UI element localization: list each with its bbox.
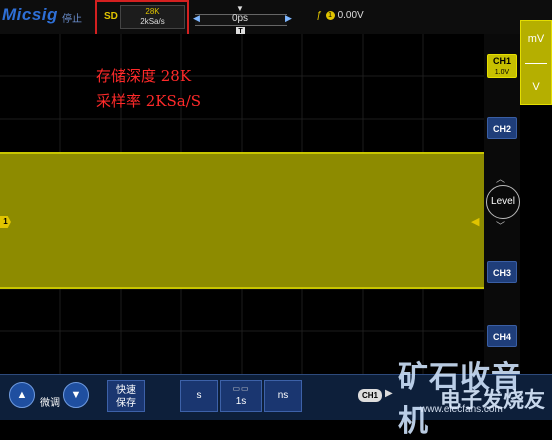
watermark-url: www.elecfans.com: [420, 404, 503, 415]
timebase-value: 1s: [235, 396, 247, 407]
timebase-value-button[interactable]: ▭▭ 1s: [220, 380, 262, 412]
trigger-level-value: 0.00V: [337, 10, 364, 21]
ch3-button[interactable]: CH3: [487, 261, 517, 283]
ch1-bottom-badge[interactable]: CH1: [358, 389, 382, 402]
quick-save-line2: 保存: [116, 398, 136, 409]
ch1-button[interactable]: CH1 1.0V: [487, 54, 517, 78]
scroll-right-icon[interactable]: ▶: [285, 13, 292, 24]
trigger-slope-icon: ƒ: [316, 10, 322, 21]
highlight-annotation-box: [95, 0, 189, 38]
time-offset-value: 0ps: [231, 13, 249, 24]
ch1-button-label: CH1: [492, 56, 511, 66]
unit-mv-option[interactable]: mV: [521, 33, 551, 45]
unit-ns-button[interactable]: ns: [264, 380, 302, 412]
quick-save-button[interactable]: 快速 保存: [107, 380, 145, 412]
trigger-position-icon: ▼: [236, 4, 244, 13]
volt-unit-selector[interactable]: mV V: [520, 20, 552, 105]
trigger-source-icon: 1: [325, 11, 335, 20]
trigger-info[interactable]: ƒ 1 0.00V: [316, 10, 364, 21]
unit-s-button[interactable]: s: [180, 380, 218, 412]
ch1-scale-value: 1.0V: [494, 69, 510, 76]
ch1-bottom-arrow-icon[interactable]: ▶: [385, 388, 393, 399]
level-knob[interactable]: Level: [486, 185, 520, 219]
fine-down-icon[interactable]: ▼: [63, 382, 89, 408]
ch2-button[interactable]: CH2: [487, 117, 517, 139]
timebase-ruler-icon: ▭▭: [232, 384, 250, 393]
run-state-indicator[interactable]: 停止: [62, 10, 82, 25]
ch4-button[interactable]: CH4: [487, 325, 517, 347]
quick-save-line1: 快速: [116, 385, 136, 396]
fine-up-icon[interactable]: ▲: [9, 382, 35, 408]
level-up-icon[interactable]: ︿: [496, 172, 505, 185]
level-down-icon[interactable]: ﹀: [496, 219, 505, 232]
annotation-sample-rate: 采样率 2KSa/S: [96, 92, 202, 110]
brand-logo: Micsig: [2, 5, 58, 24]
trigger-level-marker-icon[interactable]: ◀: [471, 216, 482, 228]
scroll-left-icon[interactable]: ◀: [193, 13, 200, 24]
annotation-memory-depth: 存储深度 28K: [96, 67, 192, 85]
ch1-waveform: [0, 152, 484, 289]
unit-v-option[interactable]: V: [521, 81, 551, 93]
unit-divider: [525, 63, 547, 64]
fine-adjust-label: 微调: [40, 398, 60, 409]
